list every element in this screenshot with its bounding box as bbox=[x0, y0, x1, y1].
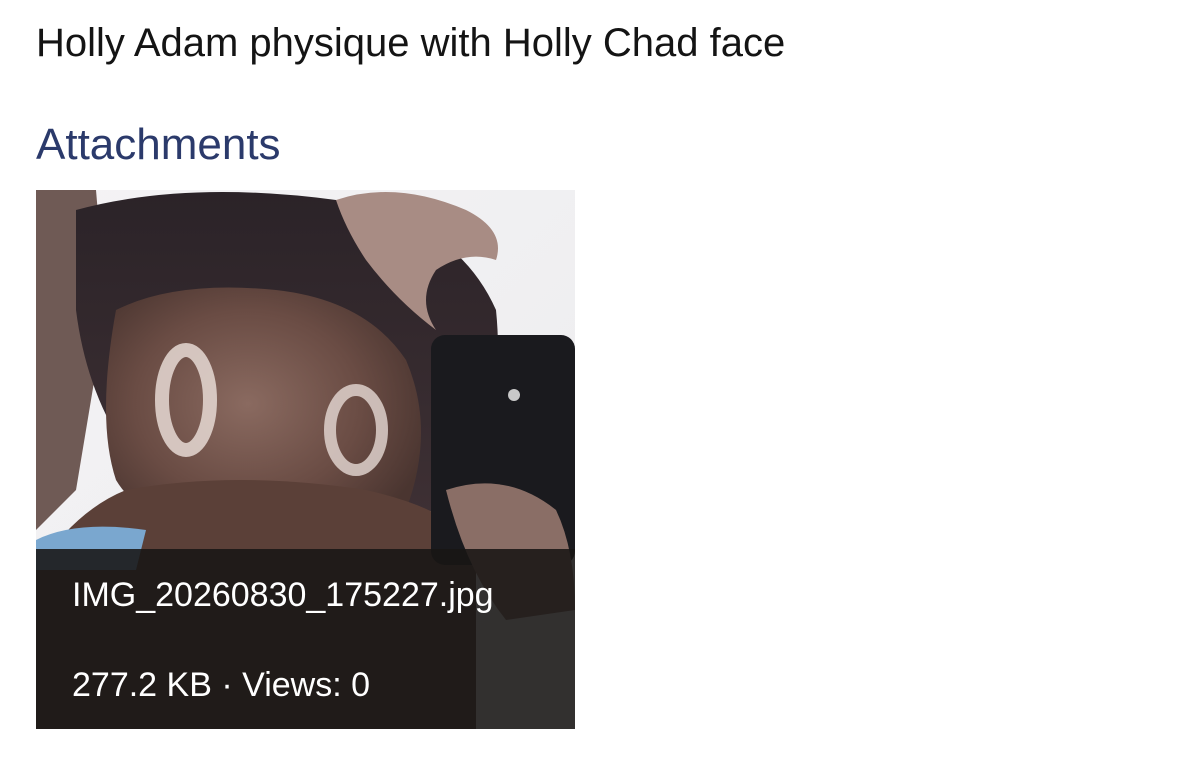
post-body-text: Holly Adam physique with Holly Chad face bbox=[36, 21, 786, 65]
attachment-size: 277.2 KB bbox=[72, 666, 212, 704]
views-count: 0 bbox=[351, 666, 371, 704]
attachments-heading: Attachments bbox=[36, 120, 281, 169]
attachment-meta: 277.2 KB · Views: 0 bbox=[72, 665, 370, 705]
meta-separator: · bbox=[221, 666, 233, 704]
attachment-card[interactable]: IMG_20260830_175227.jpg 277.2 KB · Views… bbox=[36, 190, 575, 729]
attachment-filename[interactable]: IMG_20260830_175227.jpg bbox=[72, 575, 494, 615]
views-label: Views: bbox=[242, 666, 342, 704]
